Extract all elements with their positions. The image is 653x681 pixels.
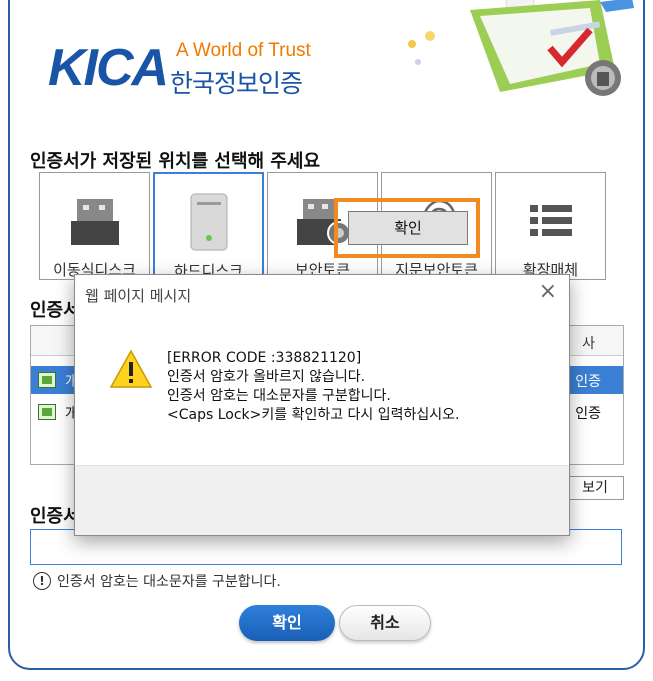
dialog-footer [75,465,569,535]
tile-extended-media[interactable]: 확장매체 [495,172,606,280]
message-line: 인증서 암호가 올바르지 않습니다. [167,369,366,385]
dialog-message: [ERROR CODE :338821120] 인증서 암호가 올바르지 않습니… [167,349,460,425]
cancel-button[interactable]: 취소 [339,605,431,641]
info-icon: ! [33,572,51,590]
view-certificate-button[interactable]: 보기 [566,476,624,500]
storage-tiles: 이동식디스크 하드디스크 보안토큰 지문보안토큰 확장매체 [39,172,606,280]
logo-korean-name: 한국정보인증 [170,69,303,98]
warning-icon [109,349,153,389]
password-title: 인증서 [30,506,80,527]
password-hint: ! 인증서 암호는 대소문자를 구분합니다. [33,571,281,591]
cert-issuer: 인증 [575,374,601,390]
message-line: 인증서 암호는 대소문자를 구분합니다. [167,388,391,404]
extended-media-icon [521,191,581,251]
certificate-illustration [400,0,640,110]
error-code-line: [ERROR CODE :338821120] [167,350,362,366]
cert-list-title: 인증서 [30,300,80,321]
tile-hard-disk[interactable]: 하드디스크 [153,172,264,280]
certificate-icon [38,404,56,420]
usb-drive-icon [65,191,125,251]
hint-text: 인증서 암호는 대소문자를 구분합니다. [57,574,281,590]
web-page-message-dialog: 웹 페이지 메시지 × [ERROR CODE :338821120] 인증서 … [74,274,570,536]
cert-issuer: 인증 [575,406,601,422]
dialog-ok-button[interactable]: 확인 [348,211,468,245]
column-header: 사 [582,336,595,352]
dialog-body: [ERROR CODE :338821120] 인증서 암호가 올바르지 않습니… [75,315,569,467]
certificate-icon [38,372,56,388]
dialog-title: 웹 페이지 메시지 [85,287,192,305]
logo-wordmark: KICA [48,39,169,97]
kica-logo: KICA A World of Trust 한국정보인증 [48,34,338,104]
storage-section-title: 인증서가 저장된 위치를 선택해 주세요 [30,151,321,172]
tile-removable-disk[interactable]: 이동식디스크 [39,172,150,280]
confirm-button[interactable]: 확인 [239,605,335,641]
logo-tagline: A World of Trust [176,40,311,61]
message-line: <Caps Lock>키를 확인하고 다시 입력하십시오. [167,407,460,423]
hard-disk-icon [179,192,239,252]
close-icon[interactable]: × [539,279,557,304]
